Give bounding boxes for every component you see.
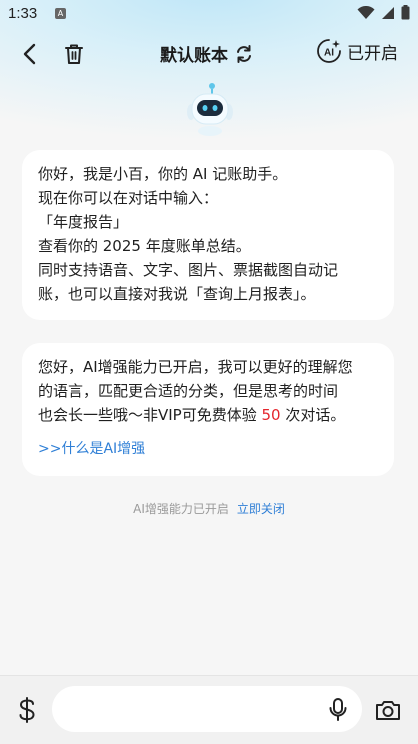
status-time: 1:33 bbox=[8, 5, 38, 22]
page-title: 默认账本 bbox=[160, 46, 228, 66]
wifi-icon bbox=[357, 5, 375, 19]
chat-input-bar bbox=[0, 675, 418, 744]
message-line: 您好，AI增强能力已开启，我可以更好的理解您 bbox=[38, 358, 353, 376]
message-line: 账，也可以直接对我说「查询上月报表」。 bbox=[38, 285, 316, 303]
ai-status-label: 已开启 bbox=[347, 43, 398, 64]
status-icons bbox=[357, 5, 410, 20]
trash-icon[interactable] bbox=[60, 40, 88, 68]
message-input[interactable] bbox=[52, 686, 362, 732]
assistant-message-bubble: 您好，AI增强能力已开启，我可以更好的理解您 的语言，匹配更合适的分类，但是思考… bbox=[22, 343, 394, 476]
message-line: 查看你的 2025 年度账单总结。 bbox=[38, 237, 251, 255]
battery-icon bbox=[401, 5, 410, 20]
message-line: 「年度报告」 bbox=[38, 213, 129, 231]
message-line: 同时支持语音、文字、图片、票据截图自动记 bbox=[38, 261, 339, 279]
back-arrow-icon[interactable] bbox=[16, 40, 44, 68]
message-line: 现在你可以在对话中输入： bbox=[38, 189, 219, 207]
message-line: 也会长一些哦～非VIP可免费体验 50 次对话。 bbox=[38, 403, 378, 427]
message-line: 的语言，匹配更合适的分类，但是思考的时间 bbox=[38, 382, 339, 400]
chat-header: 默认账本 AI 已开启 bbox=[0, 32, 418, 76]
what-is-ai-enhance-link[interactable]: >>什么是AI增强 bbox=[38, 437, 378, 461]
message-text: 次对话。 bbox=[280, 406, 346, 424]
free-trial-count: 50 bbox=[261, 406, 281, 424]
turn-off-ai-link[interactable]: 立即关闭 bbox=[237, 502, 285, 516]
ledger-switcher[interactable]: 默认账本 bbox=[160, 41, 254, 66]
signal-icon bbox=[382, 6, 394, 19]
ai-badge-label: AI bbox=[324, 48, 334, 59]
switch-icon bbox=[237, 44, 251, 63]
ai-enhance-notice: AI增强能力已开启 立即关闭 bbox=[0, 500, 418, 517]
chat-screen: 1:33 A 默认账本 AI 已开启 你好，我是小百，你的 AI 记账助手。 现… bbox=[0, 0, 418, 744]
status-bar: 1:33 A bbox=[0, 0, 418, 28]
ai-enhance-toggle[interactable]: AI 已开启 bbox=[316, 38, 398, 64]
message-line: 你好，我是小百，你的 AI 记账助手。 bbox=[38, 165, 288, 183]
notice-text: AI增强能力已开启 bbox=[133, 502, 229, 516]
message-text: 也会长一些哦～非VIP可免费体验 bbox=[38, 406, 262, 424]
assistant-message-bubble: 你好，我是小百，你的 AI 记账助手。 现在你可以在对话中输入： 「年度报告」 … bbox=[22, 150, 394, 320]
notification-app-icon: A bbox=[55, 8, 66, 19]
camera-icon[interactable] bbox=[374, 697, 402, 723]
microphone-icon[interactable] bbox=[327, 697, 349, 723]
robot-assistant-avatar bbox=[187, 83, 233, 136]
ai-badge-icon: AI bbox=[317, 39, 341, 63]
dollar-icon[interactable] bbox=[14, 696, 40, 724]
